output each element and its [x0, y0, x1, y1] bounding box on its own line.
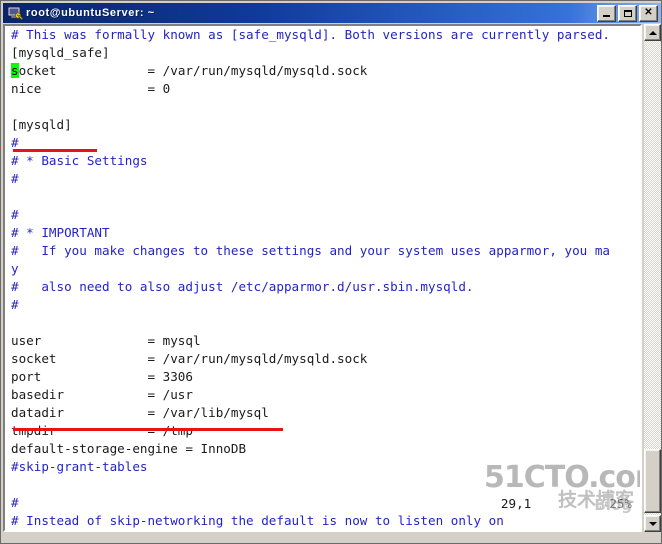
terminal-line: # If you make changes to these settings … [5, 242, 640, 260]
scroll-percent: 25% [609, 496, 632, 511]
terminal-line-text: # This was formally known as [safe_mysql… [11, 27, 610, 42]
terminal-line-text: # [11, 297, 19, 312]
terminal-line-text: # * IMPORTANT [11, 225, 110, 240]
window-client-area: # This was formally known as [safe_mysql… [3, 24, 661, 539]
terminal-cursor: s [11, 63, 19, 78]
terminal-line: datadir = /var/lib/mysql [5, 404, 640, 422]
terminal-line: socket = /var/run/mysqld/mysqld.sock [5, 62, 640, 80]
arrow-down-icon [648, 521, 657, 526]
window-controls: ✕ [597, 4, 659, 22]
cursor-position: 29,1 [500, 496, 532, 511]
terminal-line-text: y [11, 261, 19, 276]
terminal-line: #skip-grant-tables [5, 458, 640, 476]
terminal-line-text: # also need to also adjust /etc/apparmor… [11, 279, 474, 294]
editor-status-line: 29,1 25% [440, 481, 632, 526]
terminal-line-text: ocket = /var/run/mysqld/mysqld.sock [18, 63, 368, 78]
terminal-line-text: port = 3306 [11, 369, 193, 384]
terminal-line-text: # If you make changes to these settings … [11, 243, 610, 258]
terminal-line: y [5, 260, 640, 278]
terminal-line: # * IMPORTANT [5, 224, 640, 242]
terminal-line-text: basedir = /usr [11, 387, 193, 402]
terminal-line-text: user = mysql [11, 333, 201, 348]
terminal-line: basedir = /usr [5, 386, 640, 404]
terminal-line-text: nice = 0 [11, 81, 171, 96]
terminal-line [5, 314, 640, 332]
terminal-line-text: # [11, 135, 19, 150]
scroll-down-button[interactable] [644, 515, 661, 532]
terminal-line-text: # [11, 495, 19, 510]
terminal-line-text [11, 189, 19, 204]
minimize-icon [603, 14, 610, 17]
putty-terminal-window: root@ubuntuServer: ~ ✕ # This was formal… [0, 0, 662, 544]
terminal-line-text: socket = /var/run/mysqld/mysqld.sock [11, 351, 368, 366]
terminal-line: [mysqld_safe] [5, 44, 640, 62]
terminal-line-text: # Instead of skip-networking the default… [11, 513, 504, 528]
terminal-line: # This was formally known as [safe_mysql… [5, 26, 640, 44]
terminal-line: # [5, 206, 640, 224]
terminal-line-text: # * Basic Settings [11, 153, 148, 168]
terminal-line-text: default-storage-engine = InnoDB [11, 441, 247, 456]
terminal-line-text [11, 99, 19, 114]
scrollbar-thumb[interactable] [644, 449, 661, 513]
maximize-icon [623, 9, 632, 17]
terminal-line-text [11, 315, 19, 330]
terminal-line: tmpdir = /tmp [5, 422, 640, 440]
arrow-up-icon [648, 30, 657, 35]
terminal-line: port = 3306 [5, 368, 640, 386]
terminal-text-area[interactable]: # This was formally known as [safe_mysql… [5, 26, 640, 530]
terminal-line: socket = /var/run/mysqld/mysqld.sock [5, 350, 640, 368]
terminal-frame: # This was formally known as [safe_mysql… [3, 24, 642, 532]
terminal-line-text [11, 477, 19, 492]
close-icon: ✕ [644, 6, 653, 18]
terminal-line: # [5, 170, 640, 188]
scrollbar-track[interactable] [644, 41, 661, 515]
terminal-line: # * Basic Settings [5, 152, 640, 170]
terminal-line: [mysqld] [5, 116, 640, 134]
vertical-scrollbar[interactable] [644, 24, 661, 532]
terminal-line: nice = 0 [5, 80, 640, 98]
terminal-line-text: # [11, 171, 19, 186]
terminal-line [5, 188, 640, 206]
terminal-line-text: [mysqld] [11, 117, 72, 132]
terminal-line: # also need to also adjust /etc/apparmor… [5, 278, 640, 296]
terminal-line: # [5, 134, 640, 152]
terminal-line-text: #skip-grant-tables [11, 459, 148, 474]
terminal-line-text: # [11, 207, 19, 222]
scroll-up-button[interactable] [644, 24, 661, 41]
terminal-line-text: [mysqld_safe] [11, 45, 110, 60]
terminal-line: # [5, 296, 640, 314]
terminal-line: default-storage-engine = InnoDB [5, 440, 640, 458]
window-title: root@ubuntuServer: ~ [26, 7, 155, 19]
terminal-line-text: datadir = /var/lib/mysql [11, 405, 269, 420]
terminal-line: user = mysql [5, 332, 640, 350]
terminal-line [5, 98, 640, 116]
minimize-button[interactable] [597, 4, 616, 22]
title-bar[interactable]: root@ubuntuServer: ~ ✕ [3, 3, 661, 23]
default-storage-engine-underline [13, 428, 283, 431]
mysqld-section-underline [13, 149, 97, 152]
putty-terminal-icon [7, 5, 23, 21]
maximize-button[interactable] [618, 4, 637, 22]
close-button[interactable]: ✕ [639, 4, 658, 22]
